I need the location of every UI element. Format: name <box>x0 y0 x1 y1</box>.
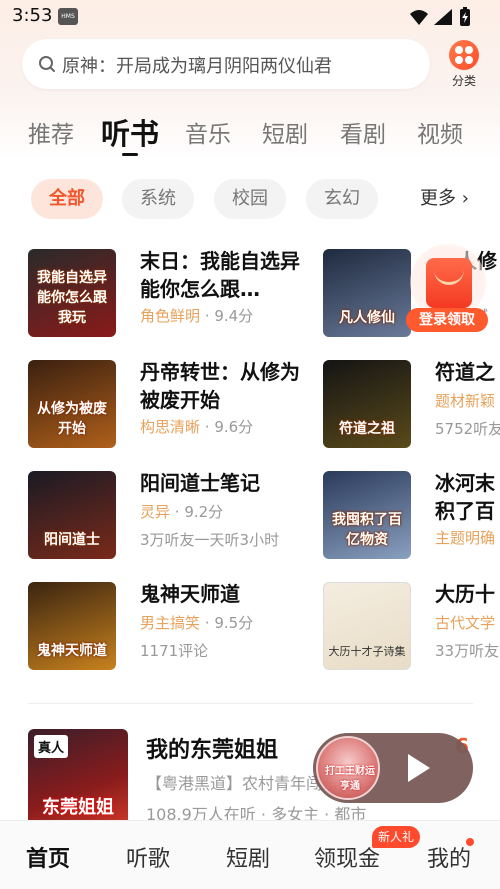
chip-all[interactable]: 全部 <box>31 179 103 219</box>
book-meta: 主题明确 <box>435 529 496 547</box>
system-status-icons <box>410 7 470 26</box>
login-reward-label: 登录领取 <box>406 308 488 332</box>
book-cover: 符道之祖 <box>323 360 411 448</box>
book-meta: 构思清晰 · 9.6分 <box>140 418 254 436</box>
search-icon <box>39 56 55 72</box>
cover-title: 鬼神天师道 <box>37 643 107 659</box>
nav-home[interactable]: 首页 <box>26 841 70 873</box>
status-bar: 3:53 HMS <box>0 0 500 34</box>
disc-text: 打工王财运亨通 <box>325 766 375 792</box>
notification-dot <box>466 838 474 846</box>
book-stats: 33万听友 <box>435 642 500 660</box>
book-cover: 阳间道士 <box>28 471 116 559</box>
tab-short-drama[interactable]: 短剧 <box>262 115 308 149</box>
search-bar[interactable]: 原神：开局成为璃月阴阳两仪仙君 <box>22 39 430 89</box>
hms-icon: HMS <box>58 8 78 25</box>
book-meta: 灵异 · 9.2分 <box>140 503 224 521</box>
book-meta: 题材新颖 <box>435 392 496 410</box>
chevron-right-icon: › <box>461 188 469 209</box>
tab-underline <box>122 153 138 156</box>
status-time: 3:53 <box>12 5 53 26</box>
chip-campus[interactable]: 校园 <box>214 179 286 219</box>
bottom-navigation: 首页 听歌 短剧 领现金 我的 <box>0 820 500 889</box>
nav-me[interactable]: 我的 <box>427 841 471 873</box>
chip-fantasy[interactable]: 玄幻 <box>306 179 378 219</box>
book-cover: 我能自选异能你怎么跟我玩 <box>28 249 116 337</box>
top-tabs: 推荐 听书 音乐 短剧 看剧 视频 <box>0 110 500 160</box>
cover-title: 凡人修仙 <box>339 310 395 326</box>
more-categories-button[interactable]: 更多 › <box>400 179 500 219</box>
book-stats: 1171评论 <box>140 642 209 660</box>
book-title: 丹帝转世：从修为被废开始 <box>140 360 300 412</box>
category-label: 分类 <box>451 74 476 88</box>
book-card[interactable]: 鬼神天师道 鬼神天师道 男主搞笑 · 9.5分 1171评论 <box>28 582 328 674</box>
book-cover: 从修为被废开始 <box>28 360 116 448</box>
book-meta: 角色鲜明 · 9.4分 <box>140 307 254 325</box>
mini-player[interactable]: 打工王财运亨通 <box>313 733 473 803</box>
featured-book-cover[interactable]: 真人 东莞姐姐 <box>28 729 128 829</box>
book-title: 鬼神天师道 <box>140 582 240 606</box>
player-disc-cover: 打工王财运亨通 <box>316 736 380 800</box>
book-meta: 男主搞笑 · 9.5分 <box>140 614 254 632</box>
cover-title: 我能自选异能你怎么跟我玩 <box>37 270 107 326</box>
book-stats: 5752听友 <box>435 420 500 438</box>
book-cover: 大历十才子诗集 <box>323 582 411 670</box>
tab-video[interactable]: 视频 <box>417 115 463 149</box>
book-cover: 我囤积了百亿物资 <box>323 471 411 559</box>
real-person-badge: 真人 <box>34 735 69 758</box>
book-card[interactable]: 我能自选异能你怎么跟我玩 末日：我能自选异能你怎么跟… 角色鲜明 · 9.4分 <box>28 249 328 341</box>
book-title: 末日：我能自选异能你怎么跟… <box>140 249 300 301</box>
section-divider <box>28 703 473 704</box>
tab-music[interactable]: 音乐 <box>185 115 231 149</box>
nav-songs[interactable]: 听歌 <box>126 841 170 873</box>
search-placeholder: 原神：开局成为璃月阴阳两仪仙君 <box>62 56 332 77</box>
chip-system[interactable]: 系统 <box>122 179 194 219</box>
cover-title: 符道之祖 <box>339 421 395 437</box>
book-card[interactable]: 从修为被废开始 丹帝转世：从修为被废开始 构思清晰 · 9.6分 <box>28 360 328 452</box>
book-meta: 古代文学 <box>435 614 496 632</box>
red-envelope-icon <box>426 258 472 308</box>
book-stats: 3万听友一天听3小时 <box>140 531 280 549</box>
book-title: 大历十 <box>435 582 495 606</box>
cover-title: 东莞姐姐 <box>42 797 114 818</box>
cover-title: 大历十才子诗集 <box>328 645 406 658</box>
book-card[interactable]: 大历十才子诗集 大历十 古代文学 33万听友 <box>323 582 500 674</box>
login-reward-red-packet[interactable]: 登录领取 <box>406 244 488 334</box>
play-icon[interactable] <box>408 754 430 782</box>
book-card[interactable]: 符道之祖 符道之 题材新颖 5752听友 <box>323 360 500 452</box>
tab-drama[interactable]: 看剧 <box>340 115 386 149</box>
more-label: 更多 <box>420 188 456 209</box>
book-card[interactable]: 阳间道士 阳间道士笔记 灵异 · 9.2分 3万听友一天听3小时 <box>28 471 328 563</box>
category-button[interactable]: 分类 <box>442 40 486 90</box>
book-cover: 凡人修仙 <box>323 249 411 337</box>
new-user-gift-badge: 新人礼 <box>372 826 421 848</box>
cover-title: 阳间道士 <box>44 532 100 548</box>
nav-earn-cash[interactable]: 领现金 <box>314 841 380 873</box>
featured-book-title[interactable]: 我的东莞姐姐 <box>146 732 278 764</box>
book-card[interactable]: 我囤积了百亿物资 冰河末积了百 主题明确 <box>323 471 500 563</box>
book-title: 阳间道士笔记 <box>140 471 260 495</box>
book-title: 冰河末积了百 <box>435 471 495 523</box>
book-cover: 鬼神天师道 <box>28 582 116 670</box>
tab-audiobook[interactable]: 听书 <box>101 111 159 153</box>
tab-recommend[interactable]: 推荐 <box>28 115 74 149</box>
cover-title: 从修为被废开始 <box>37 401 107 437</box>
book-title: 符道之 <box>435 360 495 384</box>
cover-title: 我囤积了百亿物资 <box>332 512 402 548</box>
nav-short-drama[interactable]: 短剧 <box>226 841 270 873</box>
category-icon <box>449 40 479 70</box>
